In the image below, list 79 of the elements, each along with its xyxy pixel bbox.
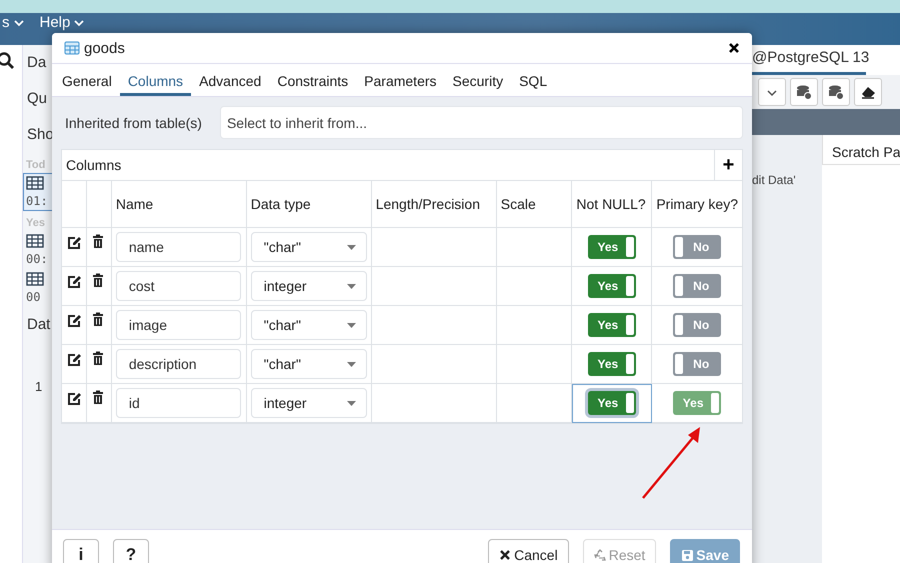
text-field[interactable]: id: [116, 388, 241, 418]
table-icon: [26, 234, 44, 248]
select-field[interactable]: "char": [250, 349, 367, 379]
select-field[interactable]: integer: [250, 271, 367, 301]
panel-text: Tod: [26, 159, 46, 171]
panel-text: Dat: [27, 316, 50, 333]
dropdown-icon: [346, 400, 356, 406]
tab[interactable]: Advanced: [191, 64, 270, 96]
time-text: 00: [26, 290, 42, 304]
text-field[interactable]: name: [116, 232, 241, 262]
trash-icon: [91, 234, 105, 249]
select-field[interactable]: "char": [250, 310, 367, 340]
header-cell: Scale: [496, 181, 572, 228]
trash-icon: [91, 273, 105, 288]
select-field[interactable]: integer: [250, 388, 367, 418]
trash-icon: [91, 312, 105, 327]
toggle-switch[interactable]: Yes: [588, 313, 636, 337]
close-icon: [728, 42, 740, 54]
history-entry[interactable]: 01:: [23, 173, 53, 211]
tab[interactable]: Parameters: [356, 64, 445, 96]
panel-text: Yes: [26, 217, 45, 229]
edit-icon: [66, 273, 82, 289]
text-field[interactable]: cost: [116, 271, 241, 301]
header-cell: Name: [111, 181, 246, 228]
dropdown-icon: [346, 284, 356, 288]
tab[interactable]: Security: [444, 64, 512, 96]
tab[interactable]: Constraints: [269, 64, 356, 96]
toggle-switch[interactable]: Yes: [588, 235, 636, 259]
dropdown-icon: [346, 244, 356, 250]
menu-item[interactable]: Help: [32, 13, 92, 31]
dialog-title: goods: [84, 40, 126, 56]
eraser-icon: [860, 84, 876, 100]
panel-text: dit Data': [752, 172, 797, 187]
info-button[interactable]: i: [63, 539, 99, 563]
select-field[interactable]: Select to inherit from...: [220, 106, 743, 139]
toggle-switch[interactable]: Yes: [588, 352, 636, 376]
edit-icon: [66, 234, 82, 250]
panel-text: Qu: [27, 90, 48, 107]
tab[interactable]: General: [54, 64, 120, 96]
tab[interactable]: Columns: [120, 64, 192, 96]
tab[interactable]: SQL: [511, 64, 556, 96]
dropdown-icon: [346, 362, 356, 366]
menu-item[interactable]: s: [0, 13, 32, 31]
table-icon: [26, 272, 44, 286]
toggle-switch[interactable]: Yes: [588, 274, 636, 298]
toolbar-button[interactable]: [854, 78, 882, 106]
edit-icon: [66, 351, 82, 367]
text-field[interactable]: description: [116, 349, 241, 379]
chevron-icon: [14, 19, 24, 27]
table-icon: [26, 176, 44, 190]
help-button[interactable]: ?: [113, 539, 149, 563]
chevron-icon: [74, 19, 84, 27]
toolbar-button[interactable]: [822, 78, 850, 106]
text-field[interactable]: image: [116, 310, 241, 340]
select-field[interactable]: "char": [250, 232, 367, 262]
database-icon: [795, 84, 813, 100]
dropdown-icon: [346, 322, 356, 328]
time-text: 01:: [26, 194, 49, 208]
toggle-switch[interactable]: Yes: [588, 391, 636, 415]
header-cell: Not NULL?: [572, 181, 652, 228]
header-cell: Length/Precision: [371, 181, 496, 228]
history-entry[interactable]: 00: [23, 269, 53, 307]
panel-text: 1: [35, 379, 42, 394]
database-icon: [827, 84, 845, 100]
edit-icon: [66, 312, 82, 328]
cancel-button[interactable]: Cancel: [488, 539, 569, 563]
close-icon: [499, 548, 512, 562]
header-cell: Primary key?: [652, 181, 742, 228]
table-icon: [64, 41, 80, 55]
header-cell: Data type: [246, 181, 372, 228]
edit-icon: [66, 390, 82, 406]
time-text: 00:: [26, 252, 49, 266]
panel-text: Da: [27, 54, 46, 71]
trash-icon: [91, 351, 105, 366]
history-entry[interactable]: 00:: [23, 231, 53, 269]
field-label: Inherited from table(s): [65, 114, 202, 130]
panel-title: Columns: [66, 157, 122, 173]
toolbar-button[interactable]: [790, 78, 818, 106]
trash-icon: [91, 390, 105, 405]
